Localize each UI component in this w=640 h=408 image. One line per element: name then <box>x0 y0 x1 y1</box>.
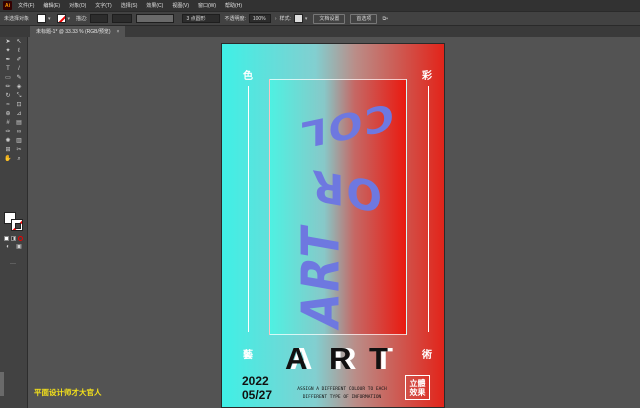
free-transform-icon[interactable]: ⊡ <box>15 102 23 109</box>
chevron-down-icon[interactable]: ▾ <box>68 16 71 22</box>
zoom-tool-icon[interactable]: ⌕ <box>15 156 23 163</box>
illustrator-logo: Ai <box>3 1 12 10</box>
caption-line-2: DIFFERENT TYPE OF INFORMATION <box>302 395 382 400</box>
eraser-icon[interactable]: ◈ <box>15 84 23 91</box>
color-mode-icon[interactable] <box>4 236 9 241</box>
paintbrush-icon[interactable]: ✎ <box>15 75 23 82</box>
type-tool-icon[interactable]: T <box>4 66 12 73</box>
opacity-field[interactable]: 100% <box>248 14 271 23</box>
left-vertical-line <box>248 86 249 332</box>
tools-panel: ➤ ↖ ✦ ℓ ✒ ✐ T / ▭ ✎ ✏ ◈ ↻ ⤡ ≈ ⊡ ⊕ ⊿ # ▤ … <box>0 37 28 408</box>
menu-help[interactable]: 帮助(H) <box>225 2 242 9</box>
style-swatch[interactable] <box>293 14 303 23</box>
opacity-label: 不透明度: <box>224 16 246 22</box>
watermark-text: 平面设计师才大官人 <box>34 388 102 397</box>
menu-window[interactable]: 窗口(W) <box>198 2 216 9</box>
stroke-label: 描边: <box>76 16 88 22</box>
selection-status: 未选择对象 <box>4 16 30 22</box>
fill-swatch[interactable] <box>37 14 47 23</box>
graph-tool-icon[interactable]: ▥ <box>15 138 23 145</box>
mesh-tool-icon[interactable]: # <box>4 120 12 127</box>
direct-selection-icon[interactable]: ↖ <box>15 39 23 46</box>
magic-wand-icon[interactable]: ✦ <box>4 48 12 55</box>
artboard[interactable]: 色 彩 藝 術 COL OR ART A A R R T T 2022 05/2… <box>221 43 445 408</box>
document-tab-bar: 未标题-1* @ 33.33 % (RGB/预览) × <box>0 26 640 37</box>
tab-title: 未标题-1* @ 33.33 % (RGB/预览) <box>36 29 111 35</box>
pen-tool-icon[interactable]: ✒ <box>4 57 12 64</box>
corner-char-bottom-left: 藝 <box>243 350 253 361</box>
stroke-color-box[interactable] <box>11 219 23 231</box>
menu-edit[interactable]: 编辑(E) <box>43 2 60 9</box>
menu-bar: Ai 文件(F) 编辑(E) 对象(O) 文字(T) 选择(S) 效果(C) 视… <box>0 0 640 11</box>
corner-char-top-left: 色 <box>243 71 253 82</box>
chevron-down-icon[interactable]: ▾ <box>305 16 308 22</box>
control-bar: 未选择对象 ▾ ▾ 描边: 3 点圆形 不透明度: 100% › 样式: ▾ 文… <box>0 11 640 26</box>
document-setup-button[interactable]: 文档设置 <box>313 13 346 24</box>
rectangle-tool-icon[interactable]: ▭ <box>4 75 12 82</box>
date-year: 2022 <box>242 374 269 388</box>
perspective-grid-icon[interactable]: ⊿ <box>15 111 23 118</box>
gradient-mode-icon[interactable] <box>11 236 16 241</box>
slice-tool-icon[interactable]: ✂ <box>15 147 23 154</box>
chevron-down-icon[interactable]: ▾ <box>48 16 51 22</box>
arrange-icon[interactable]: ⧉▾ <box>382 16 388 22</box>
menu-view[interactable]: 视图(V) <box>172 2 189 9</box>
shaper-tool-icon[interactable]: ✏ <box>4 84 12 91</box>
more-tools-icon[interactable]: ··· <box>9 261 17 268</box>
curvature-icon[interactable]: ✐ <box>15 57 23 64</box>
scale-tool-icon[interactable]: ⤡ <box>15 93 23 100</box>
rotate-tool-icon[interactable]: ↻ <box>4 93 12 100</box>
brush-definition-field[interactable] <box>136 14 175 23</box>
stamp-box: 立體 效果 <box>405 375 430 400</box>
blend-tool-icon[interactable]: ∞ <box>15 129 23 136</box>
stroke-weight-field[interactable] <box>90 14 109 23</box>
menu-type[interactable]: 文字(T) <box>95 2 111 9</box>
shape-builder-icon[interactable]: ⊕ <box>4 111 12 118</box>
hand-tool-icon[interactable]: ✋ <box>4 156 12 163</box>
stroke-swatch[interactable] <box>56 14 66 23</box>
none-mode-icon[interactable] <box>18 236 23 241</box>
style-label: 样式: <box>279 16 291 22</box>
lasso-icon[interactable]: ℓ <box>15 48 23 55</box>
stamp-line-1: 立體 <box>409 378 426 388</box>
menu-file[interactable]: 文件(F) <box>18 2 34 9</box>
symbol-sprayer-icon[interactable]: ✺ <box>4 138 12 145</box>
corner-char-bottom-right: 術 <box>422 350 432 361</box>
date-day: 05/27 <box>242 388 273 402</box>
screen-mode-icon[interactable]: ▣ <box>15 244 23 251</box>
chevron-right-icon[interactable]: › <box>275 16 277 22</box>
corner-char-top-right: 彩 <box>422 71 432 82</box>
art-letter-t: T <box>369 341 388 376</box>
art-letter-a: A <box>285 341 308 376</box>
variable-width-field[interactable] <box>112 14 133 23</box>
selection-tool-icon[interactable]: ➤ <box>4 39 12 46</box>
brush-field[interactable]: 3 点圆形 <box>182 14 221 23</box>
draw-mode-icon[interactable]: ◐ <box>4 244 12 251</box>
menu-select[interactable]: 选择(S) <box>121 2 138 9</box>
menu-object[interactable]: 对象(O) <box>69 2 86 9</box>
eyedropper-icon[interactable]: ✑ <box>4 129 12 136</box>
brush-value: 3 点圆形 <box>186 16 206 22</box>
gradient-tool-icon[interactable]: ▤ <box>15 120 23 127</box>
artboard-tool-icon[interactable]: ⊞ <box>4 147 12 154</box>
preferences-button[interactable]: 首选项 <box>350 13 378 24</box>
scrollbar[interactable] <box>0 372 4 396</box>
width-tool-icon[interactable]: ≈ <box>4 102 12 109</box>
stamp-line-2: 效果 <box>409 387 426 397</box>
tab-document[interactable]: 未标题-1* @ 33.33 % (RGB/预览) × <box>30 26 126 37</box>
right-vertical-line <box>428 86 429 332</box>
menu-effect[interactable]: 效果(C) <box>146 2 163 9</box>
wavy-text-art: ART <box>291 220 352 334</box>
line-tool-icon[interactable]: / <box>15 66 23 73</box>
close-icon[interactable]: × <box>117 29 120 35</box>
opacity-value: 100% <box>252 15 266 22</box>
art-letter-r: R <box>329 341 352 376</box>
caption-line-1: ASSIGN A DIFFERENT COLOUR TO EACH <box>297 387 387 392</box>
